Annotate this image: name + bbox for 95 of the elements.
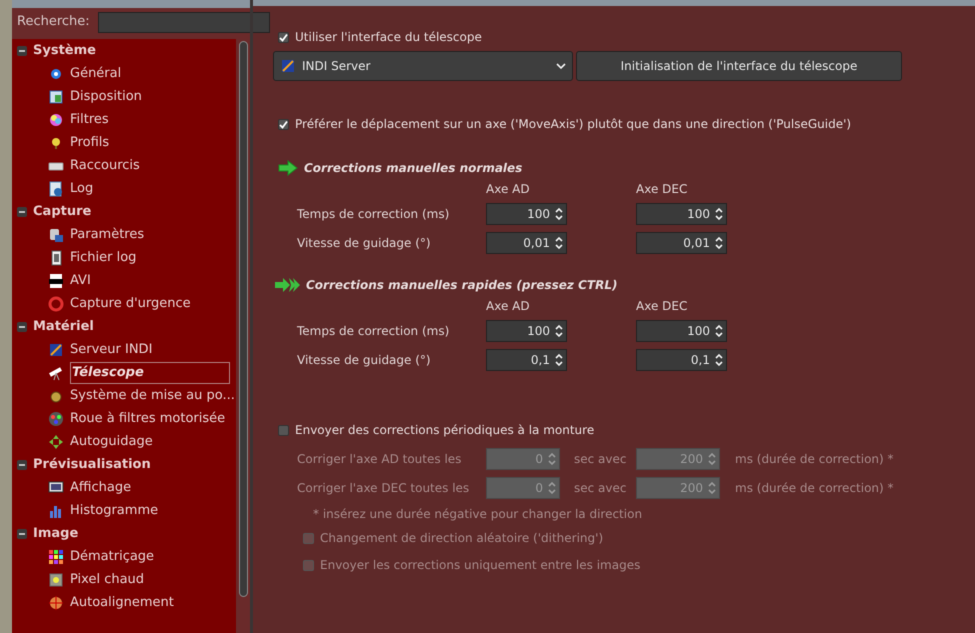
up-down-arrows-icon [708,481,716,495]
checkbox[interactable] [278,118,289,130]
checkbox-label[interactable]: Envoyer les corrections uniquement entre les images [320,556,640,574]
search-field[interactable] [98,12,270,32]
spin-box[interactable]: 0,1 [486,349,567,371]
sidebar-item[interactable]: Dématriçage [70,546,154,566]
group-heading[interactable]: Système [33,40,96,60]
up-down-arrows-icon [555,324,563,338]
field-label: Vitesse de guidage (°) [297,235,432,252]
spin-box[interactable]: 100 [486,320,567,342]
checkbox[interactable] [303,532,314,544]
color-wheel-icon [48,112,64,128]
up-down-arrows-icon [708,452,716,466]
up-down-arrows-icon [548,452,556,466]
field-label: Temps de correction (ms) [297,206,450,223]
minus-icon[interactable] [17,460,27,470]
section-heading: Corrections manuelles rapides (pressez CTRL) [306,277,618,294]
arrows-icon [48,434,64,450]
field-label: Temps de correction (ms) [297,323,450,340]
checkbox-label[interactable]: Préférer le déplacement sur un axe ('MoveAxis') plutôt que dans une direction ('PulseGuide') [295,115,852,133]
checkbox-label[interactable]: Changement de direction aléatoire ('dithering') [320,529,604,547]
layout-icon [48,88,64,104]
sidebar-item[interactable]: Pixel chaud [70,570,144,590]
unit-label: sec avec [573,451,628,468]
sidebar-item[interactable]: Raccourcis [70,156,140,176]
up-down-arrows-icon [548,481,556,495]
group-heading[interactable]: Prévisualisation [33,454,151,474]
minus-icon[interactable] [17,528,27,538]
field-label: Corriger l'axe DEC toutes les [297,480,470,497]
checkbox-label[interactable]: Utiliser l'interface du télescope [295,28,482,46]
init-button[interactable]: Initialisation de l'interface du télescope [576,51,902,81]
column-header: Axe DEC [636,181,688,196]
sidebar-item[interactable]: Profils [70,132,110,152]
column-header: Axe DEC [636,298,688,313]
sidebar-item[interactable]: Roue à filtres motorisée [70,408,226,428]
filter-wheel-icon [48,410,64,426]
telescope-icon [48,364,64,380]
spin-box[interactable]: 100 [636,320,727,342]
sidebar-item[interactable]: AVI [70,270,91,290]
sidebar-item[interactable]: Télescope [70,362,230,384]
checkbox[interactable] [278,424,289,436]
spin-box[interactable]: 0,01 [486,232,567,254]
double-arrow-icon [274,277,300,293]
unit-label: ms (durée de correction) * [734,451,894,468]
sidebar-item[interactable]: Affichage [70,478,132,498]
spin-box[interactable]: 0,1 [636,349,727,371]
group-heading[interactable]: Image [33,524,78,544]
section-heading: Corrections manuelles normales [304,160,522,177]
minus-icon[interactable] [17,46,27,56]
column-header: Axe AD [486,298,531,313]
up-down-arrows-icon [715,236,723,250]
checkbox[interactable] [303,560,314,570]
field-label: Vitesse de guidage (°) [297,352,432,369]
driver-dropdown[interactable]: INDI Server [273,51,573,81]
minus-icon[interactable] [17,322,27,332]
sidebar-item[interactable]: Disposition [70,86,142,106]
unit-label: ms (durée de correction) * [734,480,894,497]
dropdown-value: INDI Server [302,58,372,75]
up-down-arrows-icon [555,236,563,250]
sidebar-item[interactable]: Système de mise au po... [70,386,235,406]
search-label: Recherche: [17,13,90,32]
minus-icon[interactable] [17,206,27,216]
up-down-arrows-icon [715,207,723,221]
spin-box[interactable]: 100 [636,203,727,225]
up-down-arrows-icon [715,324,723,338]
group-heading[interactable]: Matériel [33,316,94,336]
arrow-icon [278,160,298,176]
sidebar-item[interactable]: Autoguidage [70,432,153,452]
up-down-arrows-icon [715,353,723,367]
checkbox-label[interactable]: Envoyer des corrections périodiques à la monture [295,421,594,439]
sidebar-item[interactable]: Filtres [70,110,109,130]
checkbox[interactable] [278,32,289,42]
target-icon [48,594,64,610]
field-label: Corriger l'axe AD toutes les [297,451,462,468]
lifebuoy-icon [48,296,64,312]
sidebar-item[interactable]: Histogramme [70,500,158,520]
sidebar-item[interactable]: Fichier log [70,248,136,268]
sidebar-item[interactable]: Paramètres [70,224,144,244]
up-down-arrows-icon [555,353,563,367]
sidebar-item[interactable]: Log [70,178,94,198]
up-down-arrows-icon [555,207,563,221]
column-header: Axe AD [486,181,531,196]
spin-box[interactable]: 0,01 [636,232,727,254]
unit-label: sec avec [573,480,628,497]
chevron-down-icon [556,61,566,71]
group-heading[interactable]: Capture [33,202,92,222]
sidebar-item[interactable]: Capture d'urgence [70,294,191,314]
grid-icon [48,548,64,564]
sidebar-item[interactable]: Serveur INDI [70,340,152,360]
sidebar-item[interactable]: Général [70,64,122,84]
scrollbar-thumb[interactable] [238,41,248,597]
spin-box[interactable]: 100 [486,203,567,225]
sidebar-item[interactable]: Autoalignement [70,592,174,612]
footnote: * insérez une durée négative pour changer la direction [313,506,644,523]
monitor-icon [48,480,64,496]
